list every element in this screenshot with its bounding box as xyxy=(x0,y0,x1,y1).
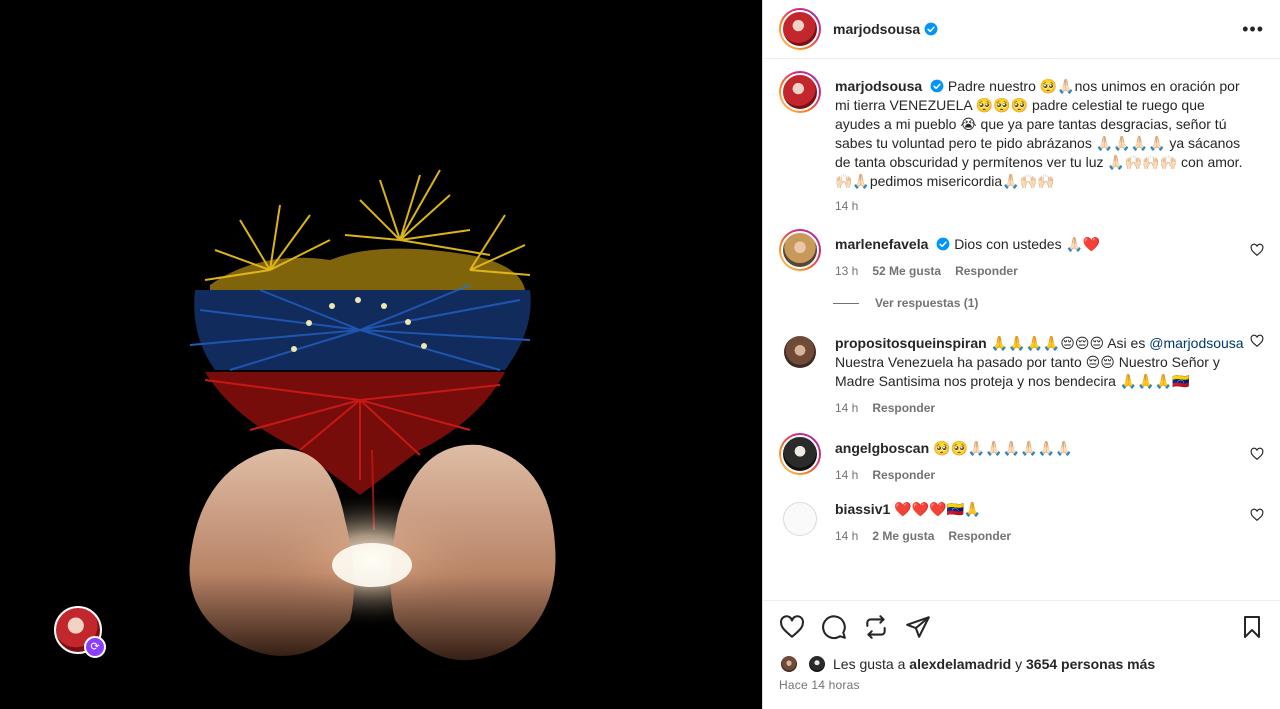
caption-text: marjodsousa Padre nuestro 🥺🙏🏻nos unimos … xyxy=(835,77,1244,191)
likes-summary: Les gusta a alexdelamadrid y 3654 person… xyxy=(779,654,1264,674)
post-media[interactable]: ⟳ xyxy=(0,0,762,709)
comment-username[interactable]: biassiv1 xyxy=(835,501,890,517)
likes-others-link[interactable]: 3654 personas más xyxy=(1026,656,1155,672)
post-dialog: ⟳ marjodsousa ••• marjodsousa Padre nues… xyxy=(0,0,1280,709)
comment-icon[interactable] xyxy=(821,614,847,640)
comment-time[interactable]: 14 h xyxy=(835,468,858,482)
post-caption: marjodsousa Padre nuestro 🥺🙏🏻nos unimos … xyxy=(779,71,1264,213)
reply-button[interactable]: Responder xyxy=(872,468,935,482)
reply-button[interactable]: Responder xyxy=(872,401,935,415)
post-actions: Les gusta a alexdelamadrid y 3654 person… xyxy=(763,600,1280,709)
fireworks-heart-image xyxy=(189,169,556,661)
verified-badge-icon xyxy=(924,22,938,36)
reply-button[interactable]: Responder xyxy=(955,264,1018,278)
post-panel: marjodsousa ••• marjodsousa Padre nuestr… xyxy=(762,0,1280,709)
comment-like-heart-icon[interactable] xyxy=(1250,334,1264,348)
share-icon[interactable] xyxy=(905,614,931,640)
comment-likes[interactable]: 52 Me gusta xyxy=(872,264,941,278)
more-options-icon[interactable]: ••• xyxy=(1242,20,1264,38)
caption-time[interactable]: 14 h xyxy=(835,199,858,213)
comment-avatar[interactable] xyxy=(779,229,821,271)
post-time-ago[interactable]: Hace 14 horas xyxy=(779,678,1264,692)
comment-item: biassiv1 ❤️❤️❤️🇻🇪🙏 14 h 2 Me gusta Respo… xyxy=(779,500,1264,543)
caption-username[interactable]: marjodsousa xyxy=(835,78,922,94)
comment-text: 🙏🙏🙏🙏😔😔😔 Asi es xyxy=(990,335,1146,351)
view-replies-label: Ver respuestas (1) xyxy=(875,296,979,310)
comment-time[interactable]: 14 h xyxy=(835,401,858,415)
comment-like-heart-icon[interactable] xyxy=(1250,243,1264,257)
comment-username[interactable]: angelgboscan xyxy=(835,440,929,456)
comments-list: marjodsousa Padre nuestro 🥺🙏🏻nos unimos … xyxy=(763,59,1280,600)
comment-text: Dios con ustedes 🙏🏻❤️ xyxy=(954,236,1101,252)
likes-user-link[interactable]: alexdelamadrid xyxy=(909,656,1011,672)
post-header: marjodsousa ••• xyxy=(763,0,1280,59)
comment-item: angelgboscan 🥺🥺🙏🏻🙏🏻🙏🏻🙏🏻🙏🏻🙏🏻 14 h Respond… xyxy=(779,433,1264,482)
likes-text: Les gusta a alexdelamadrid y 3654 person… xyxy=(833,656,1155,672)
comment-like-heart-icon[interactable] xyxy=(1250,447,1264,461)
repost-badge-icon: ⟳ xyxy=(84,636,106,658)
verified-badge-icon xyxy=(936,237,950,251)
author-avatar[interactable] xyxy=(779,8,821,50)
comment-text: ❤️❤️❤️🇻🇪🙏 xyxy=(894,501,982,517)
verified-badge-icon xyxy=(930,79,944,93)
liker-avatar[interactable] xyxy=(779,654,799,674)
likes-conjunction: y xyxy=(1015,656,1023,672)
comment-username[interactable]: marlenefavela xyxy=(835,236,928,252)
heart-icon[interactable] xyxy=(779,614,805,640)
comment-time[interactable]: 13 h xyxy=(835,264,858,278)
comment-avatar[interactable] xyxy=(779,433,821,475)
comment-time[interactable]: 14 h xyxy=(835,529,858,543)
comment-like-heart-icon[interactable] xyxy=(1250,508,1264,522)
repost-icon[interactable] xyxy=(863,614,889,640)
comment-avatar[interactable] xyxy=(784,336,816,368)
caption-body: Padre nuestro 🥺🙏🏻nos unimos en oración p… xyxy=(835,78,1243,189)
reply-button[interactable]: Responder xyxy=(948,529,1011,543)
comment-text-continued: Nuestra Venezuela ha pasado por tanto 😔😔… xyxy=(835,354,1220,389)
author-username[interactable]: marjodsousa xyxy=(833,21,920,37)
mention-link[interactable]: @marjodsousa xyxy=(1149,335,1243,351)
liker-avatar[interactable] xyxy=(807,654,827,674)
comment-likes[interactable]: 2 Me gusta xyxy=(872,529,934,543)
bookmark-icon[interactable] xyxy=(1240,614,1264,640)
comment-avatar[interactable] xyxy=(783,502,817,536)
comment-username[interactable]: propositosqueinspiran xyxy=(835,335,987,351)
comment-text: 🥺🥺🙏🏻🙏🏻🙏🏻🙏🏻🙏🏻🙏🏻 xyxy=(933,440,1073,456)
view-replies-button[interactable]: Ver respuestas (1) xyxy=(833,296,1264,310)
caption-avatar[interactable] xyxy=(779,71,821,113)
comment-item: marlenefavela Dios con ustedes 🙏🏻❤️ 13 h… xyxy=(779,229,1264,278)
comment-item: propositosqueinspiran 🙏🙏🙏🙏😔😔😔 Asi es @ma… xyxy=(779,334,1264,415)
likes-prefix: Les gusta a xyxy=(833,656,906,672)
